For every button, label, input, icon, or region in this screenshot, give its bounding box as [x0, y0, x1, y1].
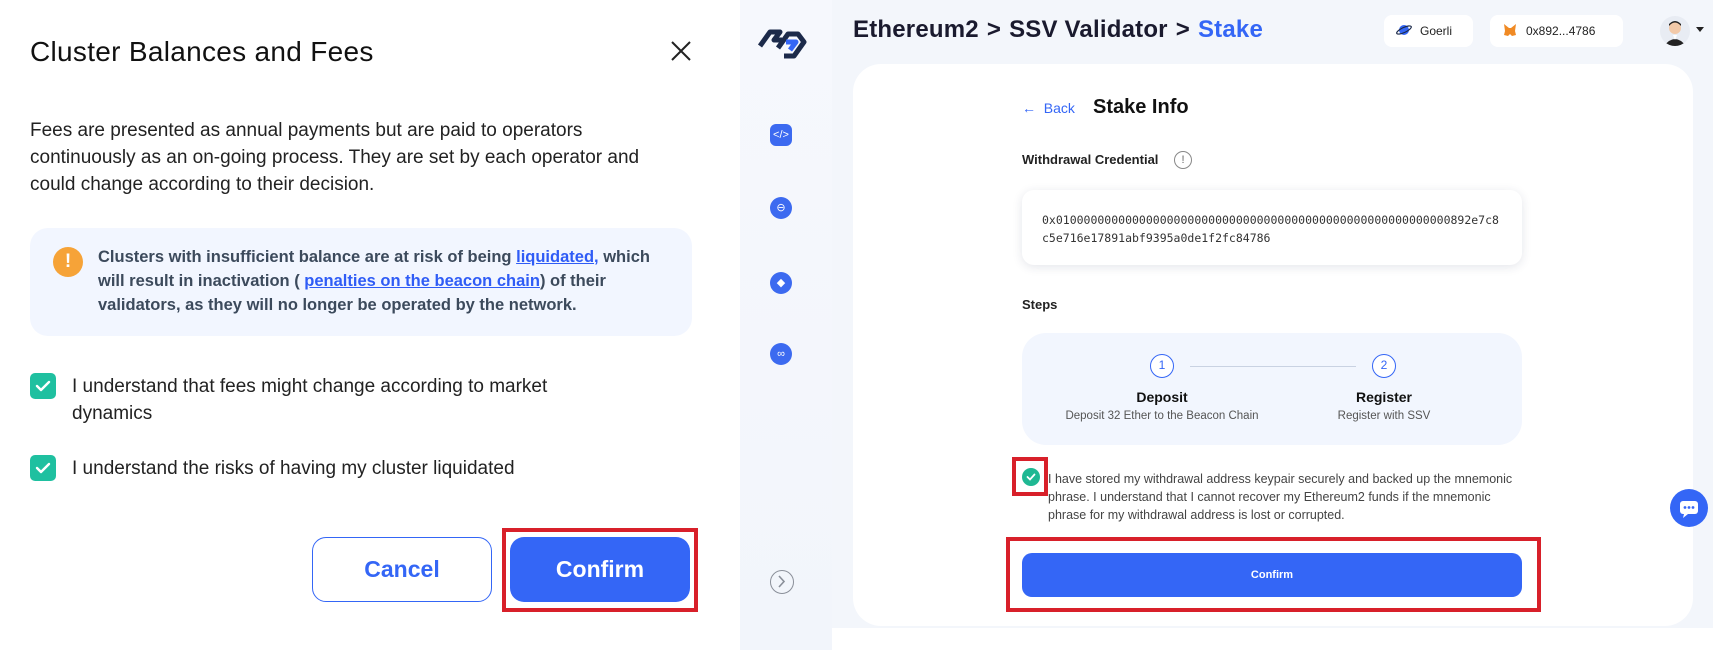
chat-icon[interactable]: [1670, 489, 1708, 527]
ssv-logo[interactable]: [756, 26, 808, 65]
liquidation-risk-label: I understand the risks of having my clus…: [72, 458, 515, 479]
close-icon[interactable]: [668, 38, 694, 64]
highlight-box: [1012, 457, 1048, 496]
step-name: Register: [1355, 389, 1413, 405]
wallet-address: 0x892...4786: [1526, 24, 1596, 38]
chevron-right-icon[interactable]: [770, 570, 794, 594]
cluster-fees-modal: Cluster Balances and Fees Fees are prese…: [0, 0, 700, 650]
warning-text: Clusters with insufficient balance are a…: [98, 245, 678, 317]
step-number: 2: [1372, 354, 1396, 378]
fees-change-label: I understand that fees might change acco…: [72, 376, 548, 424]
page-title: Stake Info: [1093, 96, 1189, 118]
breadcrumb-item-stake: Stake: [1197, 16, 1263, 43]
penalties-link[interactable]: penalties on the beacon chain: [304, 272, 540, 290]
breadcrumb-item-ssv-validator[interactable]: SSV Validator: [1009, 16, 1168, 43]
back-label: Back: [1043, 100, 1075, 116]
warning-icon: !: [53, 247, 83, 277]
metamask-icon: [1502, 22, 1518, 41]
warning-text-part: Clusters with insufficient balance are a…: [98, 248, 517, 266]
node-icon[interactable]: ⊖: [770, 197, 792, 219]
cancel-button[interactable]: Cancel: [312, 537, 492, 602]
step-description: Deposit 32 Ether to the Beacon Chain: [1065, 410, 1259, 422]
step-number: 1: [1150, 354, 1174, 378]
step-connector: [1190, 366, 1356, 367]
modal-description: Fees are presented as annual payments bu…: [30, 120, 640, 195]
chevron-down-icon[interactable]: [1696, 27, 1704, 32]
step-description: Register with SSV: [1337, 410, 1431, 422]
wallet-button[interactable]: 0x892...4786: [1490, 15, 1623, 47]
liquidation-risk-check-row: I understand the risks of having my clus…: [30, 455, 632, 482]
modal-title: Cluster Balances and Fees: [30, 36, 374, 67]
code-icon[interactable]: </>: [770, 124, 792, 146]
breadcrumb-separator: >: [986, 16, 1002, 43]
arrow-left-icon: ←: [1022, 100, 1036, 116]
ethereum-icon[interactable]: ◆: [770, 272, 792, 294]
planet-icon: [1396, 22, 1412, 41]
agreement-text: I have stored my withdrawal address keyp…: [1048, 472, 1513, 522]
avatar[interactable]: [1660, 16, 1690, 46]
info-icon[interactable]: !: [1174, 151, 1192, 169]
steps-label: Steps: [1022, 297, 1058, 312]
network-name: Goerli: [1420, 24, 1453, 38]
sidebar: [740, 0, 832, 650]
network-selector[interactable]: Goerli: [1384, 15, 1473, 47]
link-icon[interactable]: ∞: [770, 343, 792, 365]
back-link[interactable]: ← Back: [1022, 100, 1075, 116]
step-name: Deposit: [1136, 389, 1188, 405]
liquidation-risk-checkbox[interactable]: [30, 455, 56, 481]
breadcrumb: Ethereum2 > SSV Validator > Stake: [853, 16, 1263, 44]
liquidated-link[interactable]: liquidated,: [516, 248, 599, 266]
withdrawal-credential-value: 0x01000000000000000000000000000000000000…: [1022, 190, 1522, 265]
breadcrumb-item-ethereum2[interactable]: Ethereum2: [853, 16, 979, 43]
fees-change-check-row: I understand that fees might change acco…: [30, 373, 632, 427]
breadcrumb-separator: >: [1175, 16, 1190, 43]
fees-change-checkbox[interactable]: [30, 373, 56, 399]
warning-box: ! Clusters with insufficient balance are…: [30, 228, 692, 336]
highlight-box: [502, 528, 698, 612]
withdrawal-credential-label: Withdrawal Credential: [1022, 152, 1159, 167]
highlight-box: [1006, 537, 1541, 612]
